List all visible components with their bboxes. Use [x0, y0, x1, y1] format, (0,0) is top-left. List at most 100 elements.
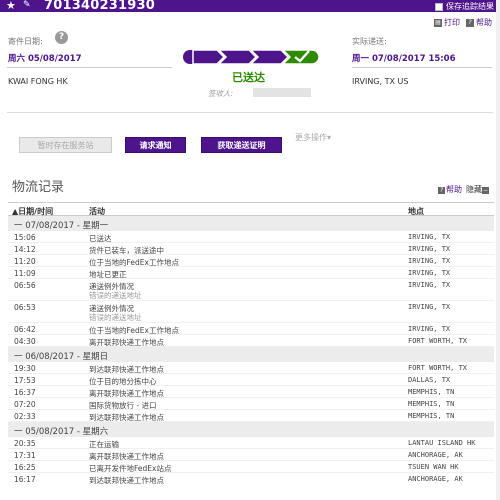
event-time: 04:30 [14, 337, 36, 346]
event-time: 16:17 [14, 475, 36, 484]
date-group-label: 一 05/08/2017 - 星期六 [14, 427, 109, 437]
travel-history-table: ▲日期/时间 活动 地点 一 07/08/2017 - 星期一 15:06 已送达 I… [8, 202, 494, 485]
history-help-link[interactable]: ? 帮助 [438, 184, 462, 195]
history-hide-link[interactable]: 隐藏− [466, 184, 490, 195]
event-time: 11:20 [14, 257, 36, 266]
table-row: 20:35 正在运输 LANTAU ISLAND HK [8, 437, 494, 449]
event-location: MEMPHIS, TN [408, 400, 455, 408]
pencil-icon[interactable]: ✎ [23, 0, 31, 10]
divider [352, 67, 492, 68]
origin: KWAI FONG HK [8, 77, 68, 86]
event-location: IRVING, TX [408, 257, 451, 265]
table-row: 02:33 到达联邦快递工作地点 MEMPHIS, TN [8, 410, 494, 422]
event-activity: 到达联邦快递工作地点 [89, 476, 164, 485]
destination: IRVING, TX US [352, 77, 409, 86]
divider [7, 67, 172, 68]
event-location: IRVING, TX [408, 325, 451, 333]
section-divider [7, 112, 493, 113]
event-time: 06:42 [14, 325, 36, 334]
table-row: 06:42 位于当地的FedEx工作地点 IRVING, TX [8, 323, 494, 335]
event-time: 11:09 [14, 269, 36, 278]
save-checkbox[interactable] [435, 2, 443, 11]
table-row: 15:06 已送达 IRVING, TX [8, 231, 494, 243]
ship-date: 周六 05/08/2017 [8, 54, 82, 64]
save-label: 保存追踪结果 [446, 2, 494, 11]
event-time: 17:53 [14, 376, 36, 385]
event-time: 15:06 [14, 233, 36, 242]
table-row: 17:53 位于目的地分拣中心 DALLAS, TX [8, 374, 494, 386]
event-location: IRVING, TX [408, 245, 451, 253]
proof-of-delivery-button[interactable]: 获取递送证明 [201, 137, 282, 153]
printer-icon: ▤ [434, 18, 442, 27]
event-time: 20:35 [14, 439, 36, 448]
actual-delivery: 周一 07/08/2017 15:06 [352, 54, 456, 64]
event-location: FORT WORTH, TX [408, 364, 468, 372]
event-location: LANTAU ISLAND HK [408, 439, 476, 447]
help-icon: ? [466, 18, 474, 27]
event-time: 02:33 [14, 412, 36, 421]
table-header: ▲日期/时间 活动 地点 [8, 202, 494, 216]
table-row: 16:37 离开联邦快递工作地点 MEMPHIS, TN [8, 386, 494, 398]
signee-label: 签收人: [208, 89, 234, 98]
table-row: 17:31 离开联邦快递工作地点 ANCHORAGE, AK [8, 449, 494, 461]
table-row: 04:30 离开联邦快递工作地点 FORT WORTH, TX [8, 335, 494, 347]
date-group-header[interactable]: 一 05/08/2017 - 星期六 [8, 422, 494, 437]
date-group-header[interactable]: 一 06/08/2017 - 星期日 [8, 347, 494, 362]
tracking-number: 701340231930 [44, 0, 155, 13]
progress-step-1 [192, 49, 226, 65]
event-location: MEMPHIS, TN [408, 388, 455, 396]
event-location: ANCHORAGE, AK [408, 451, 463, 459]
table-row: 06:56 递送例外情况 IRVING, TX 错误的递送地址 [8, 279, 494, 301]
event-location: IRVING, TX [408, 233, 451, 241]
header-bar: ★ ✎ 701340231930 保存追踪结果 [0, 0, 500, 13]
help-icon: ? [438, 187, 445, 194]
event-location: IRVING, TX [408, 269, 451, 277]
travel-history-title: 物流记录 [12, 180, 65, 195]
table-body: 一 07/08/2017 - 星期一 15:06 已送达 IRVING, TX 14:1… [8, 216, 494, 485]
request-notification-button[interactable]: 请求通知 [125, 137, 186, 153]
event-detail: 错误的递送地址 [89, 313, 142, 322]
ship-date-label: 寄件日期: [8, 37, 43, 46]
date-group-label: 一 06/08/2017 - 星期日 [14, 352, 109, 362]
event-detail: 错误的递送地址 [89, 291, 142, 300]
more-actions-dropdown[interactable]: 更多操作▾ [295, 132, 331, 143]
top-actions: ▤ 打印 ? 帮助 [434, 17, 492, 28]
table-row: 06:53 递送例外情况 IRVING, TX 错误的递送地址 [8, 301, 494, 323]
hold-at-location-button[interactable]: 暂时存在服务站 [19, 137, 112, 153]
delivery-progress-bar [183, 49, 320, 65]
scrollbar[interactable] [496, 0, 500, 500]
event-time: 07:20 [14, 400, 36, 409]
event-location: ANCHORAGE, AK [408, 475, 463, 483]
event-time: 16:25 [14, 463, 36, 472]
event-time: 14:12 [14, 245, 36, 254]
table-row: 14:12 货件已装车，派送途中 IRVING, TX [8, 243, 494, 255]
event-time: 06:56 [14, 281, 36, 290]
signee-redacted [253, 88, 311, 97]
delivery-status: 已送达 [232, 71, 265, 84]
event-time: 06:53 [14, 303, 36, 312]
help-link[interactable]: ? 帮助 [466, 17, 492, 28]
star-icon[interactable]: ★ [6, 0, 16, 12]
table-row: 16:17 到达联邦快递工作地点 ANCHORAGE, AK [8, 473, 494, 485]
table-row: 19:30 到达联邦快递工作地点 FORT WORTH, TX [8, 362, 494, 374]
table-row: 11:09 地址已更正 IRVING, TX [8, 267, 494, 279]
collapse-icon: − [482, 187, 489, 194]
date-group-label: 一 07/08/2017 - 星期一 [14, 221, 109, 231]
event-time: 17:31 [14, 451, 36, 460]
table-row: 11:20 位于当地的FedEx工作地点 IRVING, TX [8, 255, 494, 267]
history-actions: ? 帮助 隐藏− [438, 184, 490, 195]
print-link[interactable]: ▤ 打印 [434, 17, 460, 28]
event-time: 19:30 [14, 364, 36, 373]
question-icon[interactable]: ? [55, 31, 68, 44]
event-location: IRVING, TX [408, 281, 451, 289]
save-tracking-toggle[interactable]: 保存追踪结果 [435, 1, 494, 12]
date-group-header[interactable]: 一 07/08/2017 - 星期一 [8, 216, 494, 231]
actual-delivery-label: 实际递送: [352, 37, 387, 46]
event-location: DALLAS, TX [408, 376, 451, 384]
event-location: MEMPHIS, TN [408, 412, 455, 420]
event-time: 16:37 [14, 388, 36, 397]
event-location: FORT WORTH, TX [408, 337, 468, 345]
event-location: IRVING, TX [408, 303, 451, 311]
table-row: 07:20 国际货物放行 - 进口 MEMPHIS, TN [8, 398, 494, 410]
event-location: TSUEN WAN HK [408, 463, 459, 471]
